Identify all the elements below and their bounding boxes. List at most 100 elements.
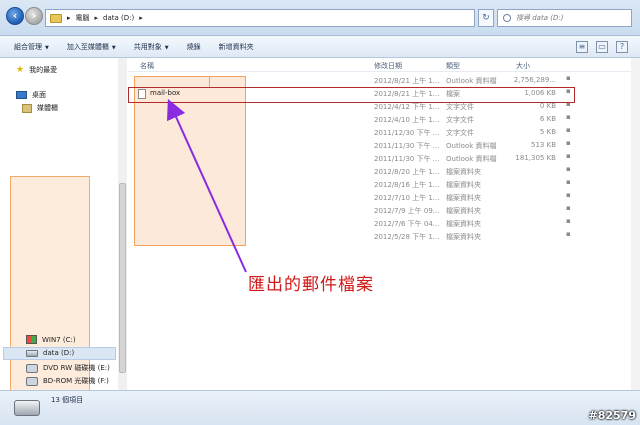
file-type: Outlook 資料檔 (446, 155, 497, 163)
optical-drive-icon (26, 363, 38, 373)
row-marker-icon: ▪ (566, 126, 571, 134)
row-marker-icon: ▪ (566, 113, 571, 121)
item-count: 13 個項目 (51, 396, 84, 404)
file-row[interactable]: 2012/4/10 上午 1... 文字文件 6 KB ▪ (128, 113, 640, 126)
nav-item-drive-c[interactable]: WIN7 (C:) (26, 335, 76, 344)
drive-icon (14, 400, 40, 416)
content-scrollbar[interactable] (631, 58, 640, 390)
file-type: 檔案資料夾 (446, 220, 481, 228)
search-icon (503, 14, 511, 22)
file-list: 名稱 修改日期 類型 大小 2012/8/21 上午 1... Outlook 資… (128, 58, 640, 390)
file-row[interactable]: 2012/7/9 上午 09... 檔案資料夾 ▪ (128, 204, 640, 217)
file-row[interactable]: 2011/11/30 下午 ... Outlook 資料檔 513 KB ▪ (128, 139, 640, 152)
file-type: Outlook 資料檔 (446, 77, 497, 85)
view-controls: ≡ ▭ ? (576, 41, 628, 53)
file-type: 檔案資料夾 (446, 168, 481, 176)
file-type: 檔案資料夾 (446, 233, 481, 241)
file-date: 2012/4/12 下午 1... (374, 103, 440, 111)
file-row[interactable]: 2011/12/30 下午 ... 文字文件 5 KB ▪ (128, 126, 640, 139)
windows-drive-icon (26, 335, 37, 344)
optical-drive-icon (26, 376, 38, 386)
nav-item-desktop[interactable]: 桌面 (16, 90, 46, 100)
file-date: 2011/11/30 下午 ... (374, 155, 440, 163)
desktop-icon (16, 91, 27, 99)
nav-item-favorites[interactable]: ★ 我的最愛 (16, 65, 57, 75)
search-input[interactable]: 搜尋 data (D:) (497, 9, 632, 27)
column-name[interactable]: 名稱 (140, 61, 154, 71)
file-date: 2012/7/6 下午 04... (374, 220, 440, 228)
command-toolbar: 組合管理 ▼ 加入至媒體櫃 ▼ 共用對象 ▼ 燒錄 新增資料夾 ≡ ▭ ? (0, 36, 640, 58)
breadcrumb-separator: ▸ (139, 14, 143, 22)
refresh-button[interactable]: ↻ (478, 9, 494, 27)
chevron-down-icon: ▼ (45, 44, 49, 51)
file-size: 5 KB (539, 128, 556, 136)
file-date: 2012/8/16 上午 1... (374, 181, 440, 189)
annotation-label: 匯出的郵件檔案 (248, 275, 374, 295)
column-date[interactable]: 修改日期 (374, 61, 402, 71)
file-date: 2011/11/30 下午 ... (374, 142, 440, 150)
chevron-down-icon: ▼ (164, 44, 169, 51)
row-marker-icon: ▪ (566, 217, 571, 225)
star-icon: ★ (16, 65, 25, 75)
file-date: 2012/8/20 上午 1... (374, 168, 440, 176)
breadcrumb-drive[interactable]: data (D:) (103, 14, 134, 22)
share-with-button[interactable]: 共用對象 ▼ (134, 42, 169, 52)
nav-item-drive-f[interactable]: BD-ROM 光碟機 (F:) (26, 376, 109, 386)
file-row[interactable]: 2011/11/30 下午 ... Outlook 資料檔 181,305 KB ▪ (128, 152, 640, 165)
row-marker-icon: ▪ (566, 74, 571, 82)
drive-icon (26, 349, 38, 357)
row-marker-icon: ▪ (566, 165, 571, 173)
back-button[interactable]: ‹ (6, 7, 24, 25)
file-type: 文字文件 (446, 116, 474, 124)
forward-button[interactable]: › (25, 7, 43, 25)
column-size[interactable]: 大小 (516, 61, 530, 71)
row-marker-icon: ▪ (566, 178, 571, 186)
file-date: 2012/8/21 上午 1... (374, 77, 440, 85)
file-row[interactable]: 2012/8/20 上午 1... 檔案資料夾 ▪ (128, 165, 640, 178)
address-input[interactable]: ▸ 電腦 ▸ data (D:) ▸ (45, 9, 475, 27)
address-bar-region: ‹ › ▸ 電腦 ▸ data (D:) ▸ ↻ 搜尋 data (D:) (0, 0, 640, 36)
search-placeholder: 搜尋 data (D:) (516, 14, 564, 22)
breadcrumb-computer[interactable]: 電腦 (76, 13, 90, 23)
file-size: 2,756,289... (513, 76, 556, 84)
library-icon (22, 103, 32, 113)
file-size: 181,305 KB (515, 154, 556, 162)
selected-row-outline (128, 87, 575, 103)
help-icon[interactable]: ? (616, 41, 628, 53)
navigation-pane: ★ 我的最愛 桌面 媒體櫃 WIN7 (C:) data (D:) DVD RW… (0, 58, 127, 392)
row-marker-icon: ▪ (566, 230, 571, 238)
file-type: Outlook 資料檔 (446, 142, 497, 150)
nav-item-drive-e[interactable]: DVD RW 磁碟機 (E:) (26, 363, 110, 373)
file-row[interactable]: 2012/8/21 上午 1... Outlook 資料檔 2,756,289...… (128, 74, 640, 87)
row-marker-icon: ▪ (566, 139, 571, 147)
file-row[interactable]: 2012/8/16 上午 1... 檔案資料夾 ▪ (128, 178, 640, 191)
nav-item-drive-d[interactable]: data (D:) (26, 349, 74, 357)
file-row[interactable]: 2012/5/28 下午 1... 檔案資料夾 ▪ (128, 230, 640, 243)
burn-button[interactable]: 燒錄 (187, 42, 201, 52)
preview-pane-icon[interactable]: ▭ (596, 41, 608, 53)
column-headers: 名稱 修改日期 類型 大小 (128, 58, 640, 72)
nav-scrollbar[interactable] (118, 58, 127, 390)
column-type[interactable]: 類型 (446, 61, 460, 71)
file-type: 檔案資料夾 (446, 207, 481, 215)
file-row[interactable]: 2012/7/6 下午 04... 檔案資料夾 ▪ (128, 217, 640, 230)
file-row[interactable]: 2012/7/10 上午 1... 檔案資料夾 ▪ (128, 191, 640, 204)
view-options-icon[interactable]: ≡ (576, 41, 588, 53)
file-date: 2011/12/30 下午 ... (374, 129, 440, 137)
nav-item-libraries[interactable]: 媒體櫃 (22, 103, 58, 113)
breadcrumb-separator: ▸ (94, 14, 99, 22)
file-size: 6 KB (539, 115, 556, 123)
row-marker-icon: ▪ (566, 152, 571, 160)
new-folder-button[interactable]: 新增資料夾 (219, 42, 254, 52)
folder-icon (50, 13, 62, 23)
add-to-library-button[interactable]: 加入至媒體櫃 ▼ (67, 42, 116, 52)
file-date: 2012/5/28 下午 1... (374, 233, 440, 241)
file-type: 檔案資料夾 (446, 181, 481, 189)
file-type: 檔案資料夾 (446, 194, 481, 202)
scrollbar-thumb[interactable] (119, 183, 126, 373)
file-type: 文字文件 (446, 129, 474, 137)
organize-button[interactable]: 組合管理 ▼ (14, 42, 49, 52)
row-marker-icon: ▪ (566, 204, 571, 212)
chevron-down-icon: ▼ (111, 44, 116, 51)
file-size: 0 KB (539, 102, 556, 110)
